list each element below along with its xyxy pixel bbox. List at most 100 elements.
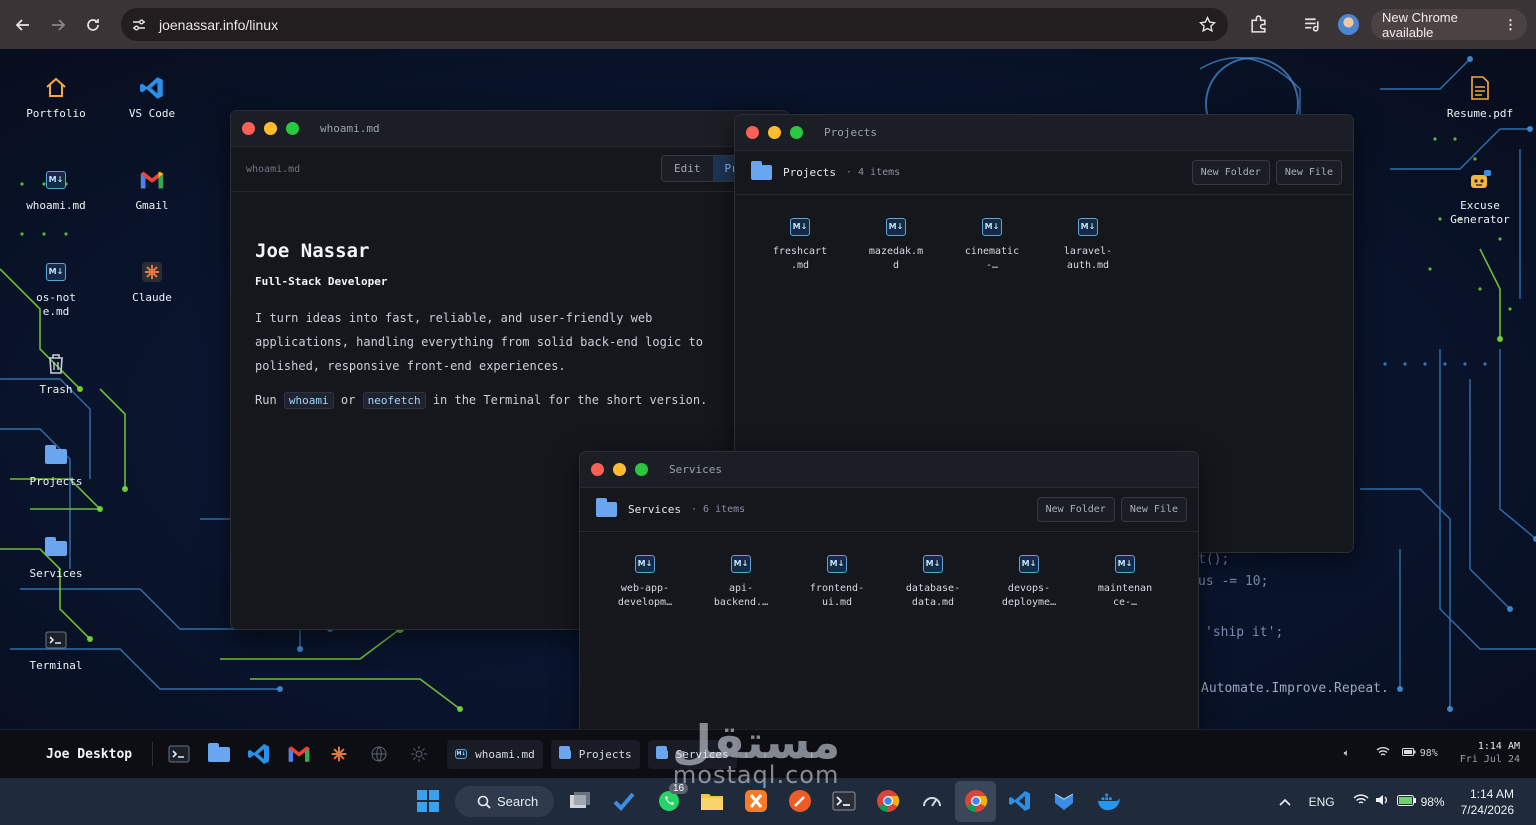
xampp-icon[interactable]	[744, 789, 768, 813]
dock-time: 1:14 AM	[1477, 741, 1520, 752]
services-window: Services Services · 6 items New Folder N…	[579, 451, 1199, 729]
reload-button[interactable]	[81, 13, 105, 37]
profile-avatar[interactable]	[1338, 14, 1359, 35]
dock-folder-icon[interactable]	[207, 742, 231, 766]
new-file-button[interactable]: New File	[1275, 160, 1342, 185]
system-tray: ENG 98% 1:14 AM 7/24/2026	[1278, 778, 1536, 825]
menu-kebab-icon[interactable]: ⋮	[1504, 17, 1517, 33]
dock-terminal-icon[interactable]	[167, 742, 191, 766]
file-item[interactable]: M↓ database- data.md	[885, 555, 981, 610]
battery-icon[interactable]	[1396, 794, 1417, 809]
desktop-icon-terminal[interactable]: Terminal	[16, 627, 96, 673]
volume-icon[interactable]: 🔈︎	[1344, 748, 1350, 759]
desktop-icon-trash[interactable]: Trash	[16, 351, 96, 397]
file-explorer-icon[interactable]	[700, 789, 724, 813]
dock-claude-icon[interactable]	[327, 742, 351, 766]
folder-icon	[596, 498, 617, 517]
close-button[interactable]	[746, 126, 759, 139]
taskbar-search[interactable]: Search	[455, 786, 554, 817]
extensions-icon[interactable]	[1249, 15, 1268, 34]
bg-code-line: Automate.Improve.Repeat.	[1201, 681, 1389, 696]
back-button[interactable]	[11, 13, 35, 37]
file-item[interactable]: M↓ cinematic -…	[944, 218, 1040, 273]
desktop-icon-portfolio[interactable]: Portfolio	[16, 75, 96, 121]
desktop-icon-services[interactable]: Services	[16, 535, 96, 581]
edit-mode-button[interactable]: Edit	[662, 156, 713, 181]
wifi-icon[interactable]	[1353, 794, 1369, 809]
desktop-icon-label: VS Code	[128, 107, 176, 120]
wifi-icon[interactable]	[1376, 746, 1390, 760]
file-item[interactable]: M↓ mazedak.m d	[848, 218, 944, 273]
minimize-button[interactable]	[768, 126, 781, 139]
docker-icon[interactable]	[1096, 789, 1120, 813]
dock-settings-icon[interactable]	[407, 742, 431, 766]
system-date: 7/24/2026	[1460, 802, 1514, 817]
file-item[interactable]: M↓ frontend- ui.md	[789, 555, 885, 610]
site-settings-icon[interactable]	[131, 17, 147, 33]
new-folder-button[interactable]: New Folder	[1036, 497, 1115, 522]
dock-status-area: 🔈︎ 98% 1:14 AM Fri Jul 24	[1344, 740, 1520, 766]
close-button[interactable]	[591, 463, 604, 476]
chrome-active-icon[interactable]	[964, 789, 988, 813]
bookmark-star-icon[interactable]	[1199, 16, 1216, 33]
dock-window-whoami[interactable]: M↓ whoami.md	[447, 739, 543, 769]
language-indicator[interactable]: ENG	[1309, 795, 1335, 809]
file-item[interactable]: M↓ web-app- developm…	[597, 555, 693, 610]
dock-vscode-icon[interactable]	[247, 742, 271, 766]
maximize-button[interactable]	[286, 122, 299, 135]
chrome-update-button[interactable]: New Chrome available ⋮	[1371, 9, 1527, 40]
desktop-icon-claude[interactable]: Claude	[112, 259, 192, 305]
markdown-icon: M↓	[790, 218, 810, 236]
desktop-icon-gmail[interactable]: Gmail	[112, 167, 192, 213]
media-controls-icon[interactable]	[1303, 15, 1322, 34]
search-icon	[477, 795, 491, 809]
whatsapp-icon[interactable]: 16	[657, 783, 689, 813]
forward-button[interactable]	[46, 13, 70, 37]
postman-icon[interactable]	[788, 789, 812, 813]
folder-name: Projects	[783, 166, 836, 179]
windows-start-icon[interactable]	[416, 789, 440, 813]
window-titlebar[interactable]: Projects	[735, 115, 1353, 151]
task-view-icon[interactable]	[568, 789, 592, 813]
desktop-icon-os-note[interactable]: M↓ os-note.md	[16, 259, 96, 319]
desktop-icon-projects[interactable]: Projects	[16, 443, 96, 489]
close-button[interactable]	[242, 122, 255, 135]
desktop-icon-resume[interactable]: Resume.pdf	[1440, 75, 1520, 121]
volume-icon[interactable]	[1375, 794, 1389, 809]
file-item[interactable]: M↓ laravel- auth.md	[1040, 218, 1136, 273]
window-titlebar[interactable]: whoami.md	[231, 111, 789, 147]
new-folder-button[interactable]: New Folder	[1191, 160, 1270, 185]
markdown-icon: M↓	[635, 555, 655, 573]
bg-code-line: t();	[1198, 552, 1230, 567]
file-item[interactable]: M↓ devops- deployme…	[981, 555, 1077, 610]
file-item[interactable]: M↓ api- backend.…	[693, 555, 789, 610]
new-file-button[interactable]: New File	[1120, 497, 1187, 522]
markdown-icon: M↓	[43, 167, 69, 193]
app-store-icon[interactable]	[1052, 789, 1076, 813]
speedometer-icon[interactable]	[920, 789, 944, 813]
desktop-icon-vscode[interactable]: VS Code	[112, 75, 192, 121]
chevron-up-icon[interactable]	[1278, 795, 1291, 809]
file-item[interactable]: M↓ maintenan ce-…	[1077, 555, 1173, 610]
vscode-taskbar-icon[interactable]	[1008, 789, 1032, 813]
todo-icon[interactable]	[612, 789, 636, 813]
dock-globe-icon[interactable]	[367, 742, 391, 766]
dock-gmail-icon[interactable]	[287, 742, 311, 766]
maximize-button[interactable]	[635, 463, 648, 476]
desktop-icon-whoami[interactable]: M↓ whoami.md	[16, 167, 96, 213]
dock-window-projects[interactable]: Projects	[550, 739, 640, 769]
terminal-app-icon[interactable]	[832, 789, 856, 813]
minimize-button[interactable]	[264, 122, 277, 135]
desktop-icon-excuse-generator[interactable]: Excuse Generator	[1440, 167, 1520, 227]
window-titlebar[interactable]: Services	[580, 452, 1198, 488]
chrome-icon[interactable]	[876, 789, 900, 813]
desktop-icon-label: Terminal	[29, 659, 83, 672]
maximize-button[interactable]	[790, 126, 803, 139]
address-bar[interactable]: joenassar.info/linux	[121, 8, 1228, 41]
url-text[interactable]: joenassar.info/linux	[159, 17, 278, 33]
chrome-update-label: New Chrome available	[1382, 9, 1458, 40]
folder-icon	[655, 745, 668, 759]
minimize-button[interactable]	[613, 463, 626, 476]
file-item[interactable]: M↓ freshcart .md	[752, 218, 848, 273]
system-clock[interactable]: 1:14 AM 7/24/2026	[1461, 786, 1514, 818]
